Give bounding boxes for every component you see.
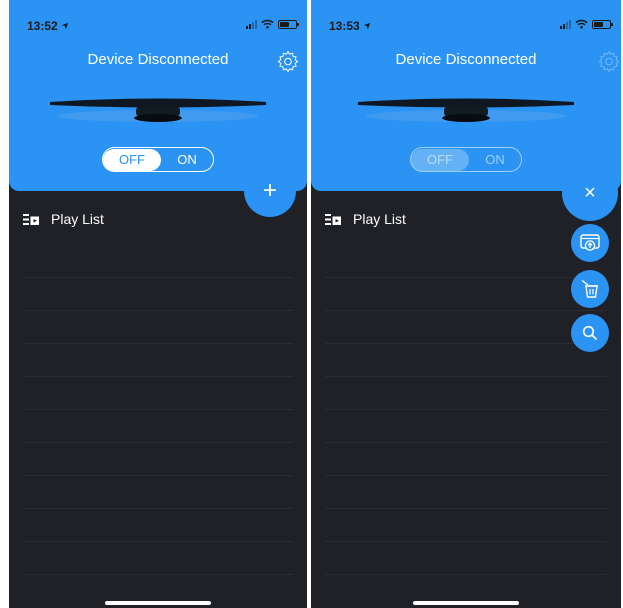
- toggle-on[interactable]: ON: [161, 152, 213, 167]
- list-item: [325, 476, 607, 509]
- list-item: [23, 509, 293, 542]
- status-time: 13:52: [27, 19, 69, 33]
- page-title: Device Disconnected: [395, 51, 537, 68]
- search-button[interactable]: [571, 314, 609, 352]
- gear-icon[interactable]: [277, 50, 299, 72]
- add-button[interactable]: +: [244, 165, 296, 217]
- playlist-icon: [23, 213, 39, 225]
- hologram-fan-image: [358, 98, 574, 122]
- list-item: [325, 443, 607, 476]
- toggle-on[interactable]: ON: [469, 152, 521, 167]
- status-time-text: 13:52: [27, 19, 58, 33]
- playlist-label: Play List: [51, 211, 104, 227]
- gear-icon[interactable]: [598, 50, 620, 72]
- power-toggle[interactable]: OFF ON: [410, 147, 522, 172]
- status-time-text: 13:53: [329, 19, 360, 33]
- list-item: [23, 410, 293, 443]
- toggle-off[interactable]: OFF: [103, 148, 161, 171]
- status-icons: [246, 19, 299, 29]
- page-title: Device Disconnected: [87, 51, 229, 68]
- list-item: [23, 311, 293, 344]
- playlist-list: [325, 245, 607, 575]
- right-screen: 13:53 Device Disconnected OFF ON Play Li…: [311, 0, 621, 608]
- search-icon: [582, 325, 598, 341]
- header: 13:53 Device Disconnected OFF ON: [311, 0, 621, 191]
- clear-list-button[interactable]: [571, 270, 609, 308]
- signal-icon: [246, 19, 257, 29]
- list-item: [325, 278, 607, 311]
- list-item: [325, 344, 607, 377]
- upload-icon: [580, 234, 600, 251]
- list-item: [23, 476, 293, 509]
- home-indicator[interactable]: [413, 601, 519, 605]
- status-time: 13:53: [329, 19, 371, 33]
- list-item: [23, 542, 293, 575]
- wifi-icon: [261, 19, 274, 29]
- list-item: [23, 443, 293, 476]
- left-screen: 13:52 Device Disconnected OFF ON Play Li…: [9, 0, 307, 608]
- list-item: [23, 344, 293, 377]
- list-item: [325, 377, 607, 410]
- signal-icon: [560, 19, 571, 29]
- location-arrow-icon: [363, 22, 371, 30]
- battery-icon: [278, 19, 299, 29]
- upload-button[interactable]: [571, 224, 609, 262]
- list-item: [23, 377, 293, 410]
- clear-list-icon: [581, 279, 598, 298]
- playlist-label: Play List: [353, 211, 406, 227]
- list-item: [23, 278, 293, 311]
- list-item: [325, 542, 607, 575]
- list-item: [325, 245, 607, 278]
- playlist-list: [23, 245, 293, 575]
- location-arrow-icon: [61, 22, 69, 30]
- playlist-icon: [325, 213, 341, 225]
- power-toggle[interactable]: OFF ON: [102, 147, 214, 172]
- header: 13:52 Device Disconnected OFF ON: [9, 0, 307, 191]
- playlist-header: Play List: [325, 211, 406, 227]
- hologram-fan-image: [50, 98, 266, 122]
- battery-icon: [592, 19, 613, 29]
- list-item: [325, 311, 607, 344]
- status-icons: [560, 19, 613, 29]
- list-item: [325, 509, 607, 542]
- home-indicator[interactable]: [105, 601, 211, 605]
- toggle-off[interactable]: OFF: [411, 148, 469, 171]
- playlist-header: Play List: [23, 211, 104, 227]
- wifi-icon: [575, 19, 588, 29]
- close-menu-button[interactable]: ×: [562, 165, 618, 221]
- list-item: [23, 245, 293, 278]
- list-item: [325, 410, 607, 443]
